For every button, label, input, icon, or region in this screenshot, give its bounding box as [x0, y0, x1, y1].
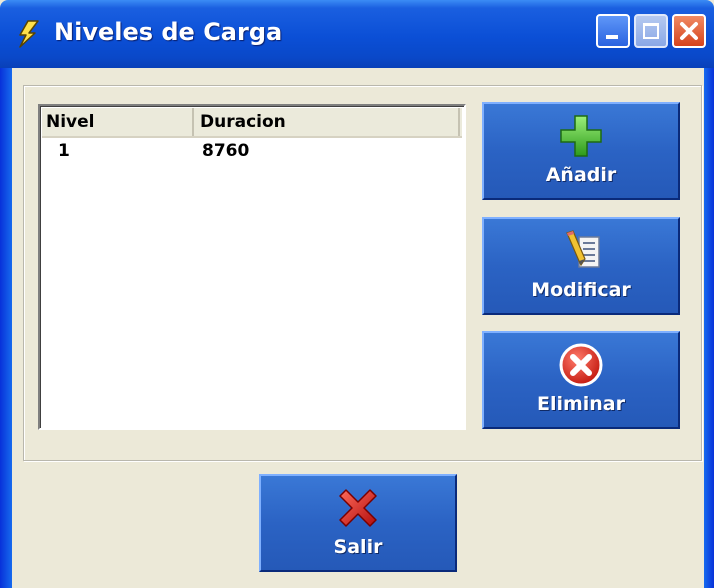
add-button[interactable]: Añadir	[482, 102, 680, 200]
exit-button-label: Salir	[333, 536, 383, 558]
window-border-right	[704, 68, 714, 588]
maximize-button[interactable]	[634, 14, 668, 48]
error-circle-x-icon	[559, 343, 603, 387]
maximize-icon	[643, 23, 659, 39]
plus-icon	[560, 115, 602, 157]
red-x-icon	[339, 489, 377, 527]
cell-nivel: 1	[58, 141, 70, 161]
modify-button[interactable]: Modificar	[482, 217, 680, 315]
close-button[interactable]	[672, 14, 706, 48]
edit-pencil-icon	[566, 230, 600, 268]
delete-button-label: Eliminar	[536, 393, 626, 415]
add-button-label: Añadir	[545, 164, 617, 186]
minimize-icon	[606, 35, 618, 39]
minimize-button[interactable]	[596, 14, 630, 48]
column-header-duracion[interactable]: Duracion	[196, 108, 460, 136]
list-header: Nivel Duracion	[42, 108, 462, 138]
list-item[interactable]: 1 8760	[42, 138, 462, 164]
close-icon	[680, 22, 698, 40]
window-border-left	[0, 68, 12, 588]
column-header-nivel[interactable]: Nivel	[42, 108, 194, 136]
levels-list[interactable]: Nivel Duracion 1 8760	[38, 104, 466, 430]
window-title: Niveles de Carga	[54, 18, 283, 46]
modify-button-label: Modificar	[531, 279, 631, 301]
dialog-window: Niveles de Carga Nivel Duracion 1 8760 A…	[0, 0, 714, 588]
cell-duracion: 8760	[202, 141, 250, 161]
exit-button[interactable]: Salir	[259, 474, 457, 572]
delete-button[interactable]: Eliminar	[482, 331, 680, 429]
client-area: Nivel Duracion 1 8760 Añadir Modificar E…	[12, 68, 704, 588]
lightning-icon	[19, 20, 39, 48]
title-bar[interactable]: Niveles de Carga	[0, 0, 714, 68]
